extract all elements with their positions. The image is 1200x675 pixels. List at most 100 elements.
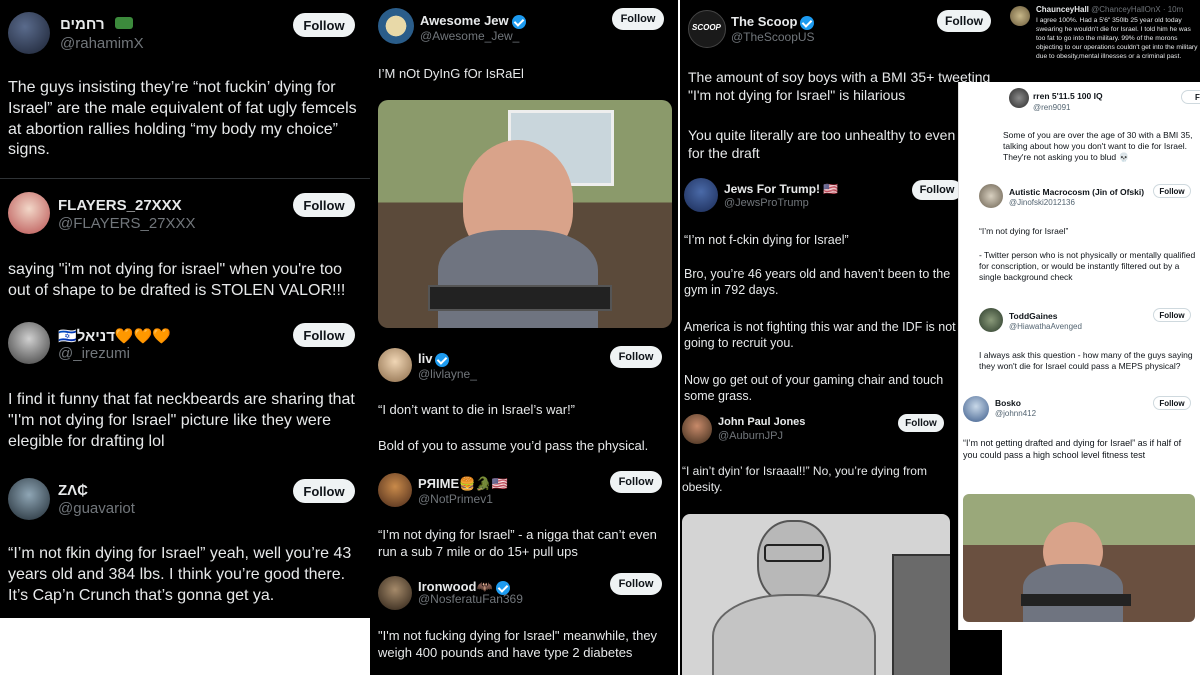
avatar[interactable]: SCOOP (688, 10, 726, 48)
follow-button[interactable]: Follow (293, 323, 355, 347)
display-name[interactable]: John Paul Jones (718, 416, 805, 428)
user-handle[interactable]: @JewsProTrump (724, 197, 809, 209)
badge-icon (115, 17, 133, 29)
user-handle[interactable]: @Jinofski2012136 (1009, 198, 1075, 207)
display-name[interactable]: The Scoop (731, 14, 815, 30)
tweet-text: You quite literally are too unhealthy to… (688, 127, 1000, 162)
avatar[interactable] (979, 184, 1003, 208)
follow-button[interactable]: Follow (610, 346, 662, 368)
display-name[interactable]: Jews For Trump! 🇺🇸 (724, 182, 838, 196)
display-name[interactable]: Bosko (995, 398, 1021, 408)
body-shape (712, 594, 876, 675)
tweet-text: “I don’t want to die in Israel’s war!” (378, 402, 576, 417)
tweet-image[interactable] (682, 514, 950, 675)
avatar[interactable] (963, 396, 989, 422)
display-name[interactable]: ToddGaines (1009, 311, 1058, 321)
avatar[interactable] (378, 348, 412, 382)
user-handle[interactable]: @NotPrimev1 (418, 492, 493, 506)
user-handle[interactable]: @ChanceyHallOnX · 10m (1091, 5, 1183, 14)
tweet-text: The amount of soy boys with a BMI 35+ tw… (688, 69, 991, 104)
follow-button[interactable]: Follow (293, 193, 355, 217)
display-name[interactable]: PЯIME🍔🐊🇺🇸 (418, 476, 508, 492)
tweet-image[interactable] (378, 100, 672, 328)
follow-button[interactable]: Follow (610, 471, 662, 493)
avatar[interactable] (682, 414, 712, 444)
display-name[interactable]: 🇮🇱דניאל🧡🧡🧡 (58, 327, 171, 345)
avatar[interactable] (684, 178, 718, 212)
tweet-text: I always ask this question - how many of… (979, 350, 1193, 372)
keyboard-shape (428, 285, 612, 311)
follow-button[interactable]: Follow (1153, 184, 1191, 198)
column-1: רחמים @rahamimX Follow The guys insistin… (0, 0, 370, 618)
avatar[interactable] (1009, 88, 1029, 108)
follow-button[interactable]: Follow (937, 10, 991, 32)
display-name[interactable]: liv (418, 351, 450, 367)
user-handle[interactable]: @rahamimX (60, 35, 144, 52)
tweet-toddgaines: ToddGaines @HiawathaAvenged Follow I alw… (959, 302, 1200, 392)
display-name[interactable]: rren 5'11.5 100 IQ (1033, 91, 1103, 101)
display-name[interactable]: רחמים (60, 16, 105, 33)
head-shape (757, 520, 831, 604)
glasses-shape (764, 544, 824, 562)
follow-button[interactable]: Follow (898, 414, 944, 432)
follow-button[interactable]: Follow (610, 573, 662, 595)
user-handle[interactable]: @Awesome_Jew_ (420, 29, 519, 43)
avatar[interactable] (378, 473, 412, 507)
monitor-shape (892, 554, 950, 675)
follow-button[interactable]: Follow (612, 8, 664, 30)
user-handle[interactable]: @TheScoopUS (731, 30, 815, 44)
user-handle[interactable]: @AuburnJPJ (718, 430, 783, 442)
divider (0, 178, 370, 179)
tweet-awesome-jew: Awesome Jew @Awesome_Jew_ Follow I’M nOt… (370, 0, 678, 340)
follow-button[interactable]: Follow (1153, 396, 1191, 410)
column-4: rren 5'11.5 100 IQ @ren9091 Fol Some of … (958, 82, 1200, 630)
avatar[interactable] (8, 478, 50, 520)
tweet-text: “I’m not fkin dying for Israel” yeah, we… (8, 545, 352, 604)
avatar[interactable] (8, 192, 50, 234)
avatar[interactable] (979, 308, 1003, 332)
display-name[interactable]: ChaunceyHall @ChanceyHallOnX · 10m (1036, 5, 1183, 14)
tweet-jews-for-trump: Jews For Trump! 🇺🇸 @JewsProTrump Follow … (680, 172, 1002, 408)
avatar[interactable] (378, 576, 412, 610)
follow-button[interactable]: Follow (912, 180, 962, 200)
user-handle[interactable]: @livlayne_ (418, 367, 477, 381)
user-handle[interactable]: @NosferatuFan369 (418, 592, 523, 606)
follow-button[interactable]: Follow (293, 13, 355, 37)
verified-icon (435, 352, 450, 367)
shirt-shape (438, 230, 598, 328)
tweet-image[interactable] (963, 494, 1195, 622)
tweet-text: - Twitter person who is not physically o… (979, 250, 1196, 283)
user-handle[interactable]: @HiawathaAvenged (1009, 322, 1082, 331)
tweet-text: “I’m not getting drafted and dying for I… (963, 438, 1182, 460)
tweet-liv: liv @livlayne_ Follow “I don’t want to d… (370, 340, 678, 465)
tweet-3: 🇮🇱דניאל🧡🧡🧡 @_irezumi Follow I find it fu… (0, 312, 370, 462)
user-handle[interactable]: @_irezumi (58, 345, 130, 362)
display-name[interactable]: Awesome Jew (420, 13, 526, 29)
tweet-text: The guys insisting they’re “not fuckin’ … (8, 79, 357, 159)
avatar[interactable] (1010, 6, 1030, 26)
tweet-text: I find it funny that fat neckbeards are … (8, 391, 355, 450)
avatar-text: SCOOP (692, 23, 721, 32)
tweet-text: saying "i'm not dying for israel" when y… (8, 261, 346, 299)
tweet-2: FLAYERS_27XXX @FLAYERS_27XXX Follow sayi… (0, 180, 370, 310)
tweet-autistic-macrocosm: Autistic Macrocosm (Jin of Ofski) @Jinof… (959, 178, 1200, 300)
follow-button[interactable]: Follow (1153, 308, 1191, 322)
display-name[interactable]: Autistic Macrocosm (Jin of Ofski) (1009, 187, 1144, 197)
avatar[interactable] (8, 12, 50, 54)
column-2: Awesome Jew @Awesome_Jew_ Follow I’M nOt… (370, 0, 678, 675)
tweet-ironwood: Ironwood🦇 @NosferatuFan369 Follow "I'm n… (370, 568, 678, 675)
user-handle[interactable]: @FLAYERS_27XXX (58, 215, 196, 232)
user-handle[interactable]: @ren9091 (1033, 103, 1070, 112)
tweet-the-scoop: SCOOP The Scoop @TheScoopUS Follow The a… (680, 0, 1002, 172)
user-handle[interactable]: @johnn412 (995, 409, 1036, 418)
tweet-text: Some of you are over the age of 30 with … (1003, 130, 1193, 163)
display-name[interactable]: FLAYERS_27XXX (58, 197, 182, 214)
user-handle[interactable]: @guavariot (58, 500, 135, 517)
follow-button[interactable]: Follow (293, 479, 355, 503)
avatar[interactable] (378, 8, 414, 44)
column-4-top: ChaunceyHall @ChanceyHallOnX · 10m I agr… (1002, 0, 1200, 82)
avatar[interactable] (8, 322, 50, 364)
tweet-text: I’M nOt DyInG fOr IsRaEl (378, 66, 524, 81)
follow-button[interactable]: Fol (1181, 90, 1200, 104)
display-name[interactable]: ZΛ₵ (58, 482, 88, 499)
